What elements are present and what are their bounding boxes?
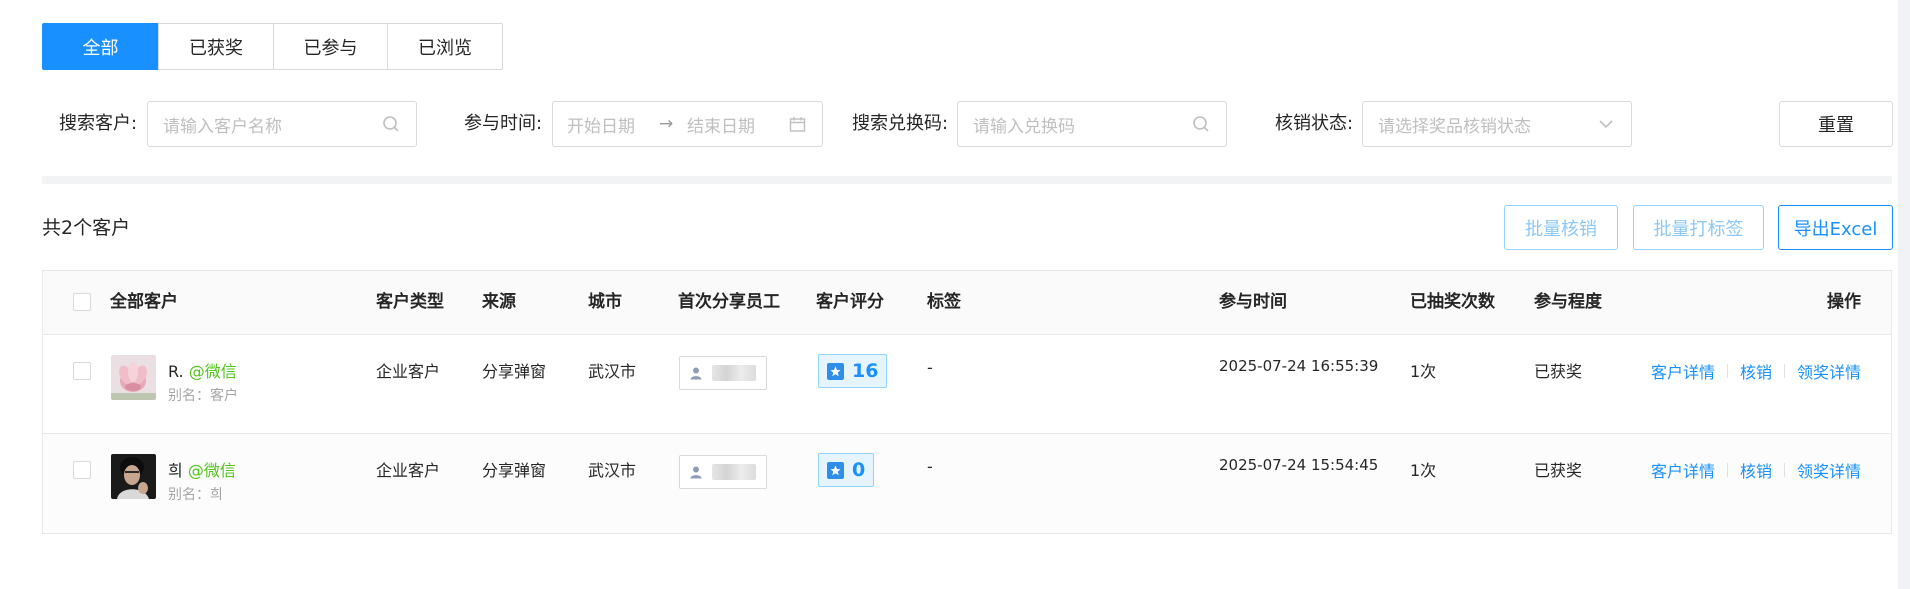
header-time: 参与时间: [1219, 292, 1287, 312]
avatar[interactable]: [111, 454, 156, 499]
chevron-down-icon[interactable]: [1595, 113, 1617, 135]
status-select-placeholder: 请选择奖品核销状态: [1378, 116, 1531, 137]
verify-link[interactable]: 核销: [1740, 458, 1772, 482]
action-separator: [1726, 463, 1728, 477]
draw-count: 1次: [1410, 461, 1437, 480]
batch-tag-button[interactable]: 批量打标签: [1633, 205, 1764, 250]
customer-search-placeholder: 请输入客户名称: [163, 116, 282, 137]
customer-table: 全部客户 客户类型 来源 城市 首次分享员工 客户评分 标签 参与时间 已抽奖次…: [42, 270, 1892, 534]
filter-tabs: 全部 已获奖 已参与 已浏览: [42, 23, 503, 70]
section-divider: [42, 176, 1892, 184]
customer-tags: -: [927, 457, 933, 476]
batch-verify-button[interactable]: 批量核销: [1504, 205, 1618, 250]
header-type: 客户类型: [376, 292, 444, 312]
participation-level: 已获奖: [1534, 461, 1583, 480]
participate-time: 2025-07-24 16:55:39: [1219, 357, 1379, 375]
staff-name-redacted: [712, 464, 756, 480]
reset-button[interactable]: 重置: [1779, 101, 1893, 147]
action-separator: [1726, 364, 1728, 378]
header-source: 来源: [482, 292, 516, 312]
draw-count: 1次: [1410, 362, 1437, 381]
action-separator: [1783, 364, 1785, 378]
customer-score-badge: 16: [818, 354, 888, 388]
tab-viewed[interactable]: 已浏览: [387, 23, 503, 70]
customer-count: 共2个客户: [42, 217, 131, 239]
header-score: 客户评分: [816, 292, 884, 312]
code-search-label: 搜索兑换码:: [852, 113, 949, 134]
prize-detail-link[interactable]: 领奖详情: [1797, 359, 1861, 383]
score-value: 0: [852, 459, 866, 481]
table-row: R. @微信 别名：客户 企业客户 分享弹窗 武汉市 16 - 2025-07-…: [43, 335, 1891, 434]
star-badge-icon: [827, 362, 844, 380]
select-all-checkbox[interactable]: [73, 293, 91, 311]
search-icon[interactable]: [380, 113, 402, 135]
customer-tags: -: [927, 358, 933, 377]
share-staff-tag: [679, 455, 767, 489]
search-icon[interactable]: [1190, 113, 1212, 135]
avatar[interactable]: [111, 355, 156, 400]
date-range-picker[interactable]: 开始日期 → 结束日期: [552, 101, 823, 147]
tab-won[interactable]: 已获奖: [158, 23, 274, 70]
status-select[interactable]: 请选择奖品核销状态: [1362, 101, 1632, 147]
user-icon: [690, 367, 702, 380]
header-draws: 已抽奖次数: [1410, 292, 1495, 312]
prize-detail-link[interactable]: 领奖详情: [1797, 458, 1861, 482]
row-checkbox[interactable]: [73, 362, 91, 380]
wechat-tag: @微信: [188, 362, 237, 381]
export-excel-button[interactable]: 导出Excel: [1778, 205, 1893, 250]
customer-city: 武汉市: [588, 362, 637, 381]
customer-score-badge: 0: [818, 453, 875, 487]
header-tags: 标签: [927, 292, 961, 312]
row-actions: 客户详情 核销 领奖详情: [1651, 359, 1861, 383]
customer-alias: 别名：客户: [168, 388, 238, 404]
tab-all[interactable]: 全部: [42, 23, 159, 70]
customer-alias: 别名：희: [168, 487, 223, 503]
wechat-tag: @微信: [187, 461, 236, 480]
user-icon: [690, 466, 702, 479]
customer-name[interactable]: 희: [168, 461, 183, 480]
row-actions: 客户详情 核销 领奖详情: [1651, 458, 1861, 482]
action-separator: [1783, 463, 1785, 477]
share-staff-tag: [679, 356, 767, 390]
customer-search-label: 搜索客户:: [59, 113, 138, 134]
customer-city: 武汉市: [588, 461, 637, 480]
row-checkbox[interactable]: [73, 461, 91, 479]
customer-type: 企业客户: [376, 362, 441, 381]
table-header: 全部客户 客户类型 来源 城市 首次分享员工 客户评分 标签 参与时间 已抽奖次…: [43, 271, 1891, 335]
header-city: 城市: [588, 292, 622, 312]
range-arrow: →: [659, 114, 674, 134]
customer-source: 分享弹窗: [482, 362, 547, 381]
header-staff: 首次分享员工: [678, 292, 780, 312]
verify-link[interactable]: 核销: [1740, 359, 1772, 383]
staff-name-redacted: [712, 365, 756, 381]
star-badge-icon: [827, 461, 844, 479]
customer-type: 企业客户: [376, 461, 441, 480]
status-label: 核销状态:: [1275, 113, 1354, 134]
table-row: 희 @微信 别名：희 企业客户 分享弹窗 武汉市 0 - 2025-07-24 …: [43, 434, 1891, 533]
customer-detail-link[interactable]: 客户详情: [1651, 359, 1715, 383]
header-customer: 全部客户: [110, 292, 178, 312]
time-label: 参与时间:: [464, 113, 543, 134]
customer-name-line: R. @微信: [168, 358, 237, 382]
customer-search-input[interactable]: 请输入客户名称: [147, 101, 417, 147]
customer-name-line: 희 @微信: [168, 457, 236, 481]
header-ops: 操作: [1827, 292, 1861, 312]
score-value: 16: [852, 360, 879, 382]
customer-source: 分享弹窗: [482, 461, 547, 480]
code-search-input[interactable]: 请输入兑换码: [957, 101, 1227, 147]
calendar-icon[interactable]: [786, 113, 808, 135]
tab-participated[interactable]: 已参与: [273, 23, 388, 70]
start-date-input[interactable]: 开始日期: [553, 112, 659, 137]
participate-time: 2025-07-24 15:54:45: [1219, 456, 1379, 474]
code-search-placeholder: 请输入兑换码: [973, 116, 1075, 137]
page-right-edge: [1898, 0, 1910, 589]
filter-bar: 搜索客户: 请输入客户名称 参与时间: 开始日期 → 结束日期 搜索兑换码: 请…: [0, 101, 1910, 147]
customer-detail-link[interactable]: 客户详情: [1651, 458, 1715, 482]
end-date-input[interactable]: 结束日期: [687, 112, 786, 137]
header-level: 参与程度: [1534, 292, 1602, 312]
participation-level: 已获奖: [1534, 362, 1583, 381]
customer-name[interactable]: R.: [168, 362, 184, 381]
